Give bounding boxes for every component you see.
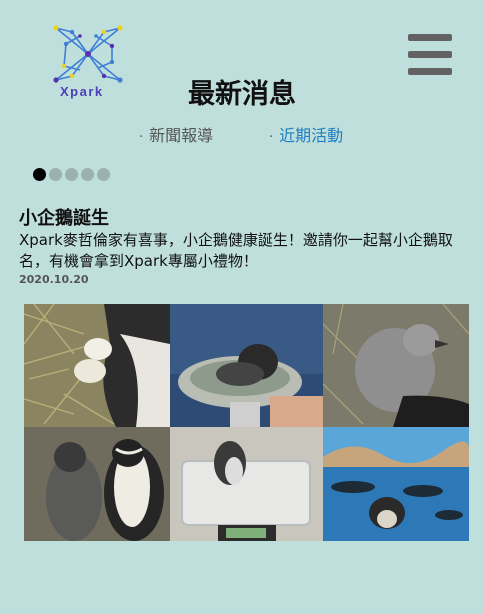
tab-recent-events-label: 近期活動 <box>279 126 344 145</box>
page-title: 最新消息 <box>188 79 296 110</box>
tab-news-reports[interactable]: · 新聞報導 <box>139 122 213 146</box>
article-body: Xpark麥哲倫家有喜事，小企鵝健康誕生！邀請你一起幫小企鵝取名，有機會拿到Xp… <box>19 231 453 270</box>
tab-bullet: · <box>139 130 144 145</box>
photo-underwater-penguins <box>323 427 469 541</box>
photo-grey-chick <box>323 304 469 427</box>
tab-news-reports-label: 新聞報導 <box>149 126 214 145</box>
carousel-dot-2[interactable] <box>49 168 62 181</box>
photo-two-penguins <box>24 427 170 541</box>
article-title[interactable]: 小企鵝誕生 <box>19 204 109 230</box>
penguin-photo-collage[interactable] <box>24 304 469 541</box>
carousel-dot-3[interactable] <box>65 168 78 181</box>
carousel-dot-5[interactable] <box>97 168 110 181</box>
photo-chick-on-scale <box>170 427 323 541</box>
tab-bullet: · <box>269 130 274 145</box>
news-category-tabs: · 新聞報導 · 近期活動 <box>0 122 484 146</box>
photo-eggs-in-nest <box>24 304 170 427</box>
article-date: 2020.10.20 <box>19 273 89 286</box>
carousel-dot-1[interactable] <box>33 168 46 181</box>
carousel-dot-4[interactable] <box>81 168 94 181</box>
photo-chick-in-hand <box>170 304 323 427</box>
tab-recent-events[interactable]: · 近期活動 <box>269 122 343 146</box>
